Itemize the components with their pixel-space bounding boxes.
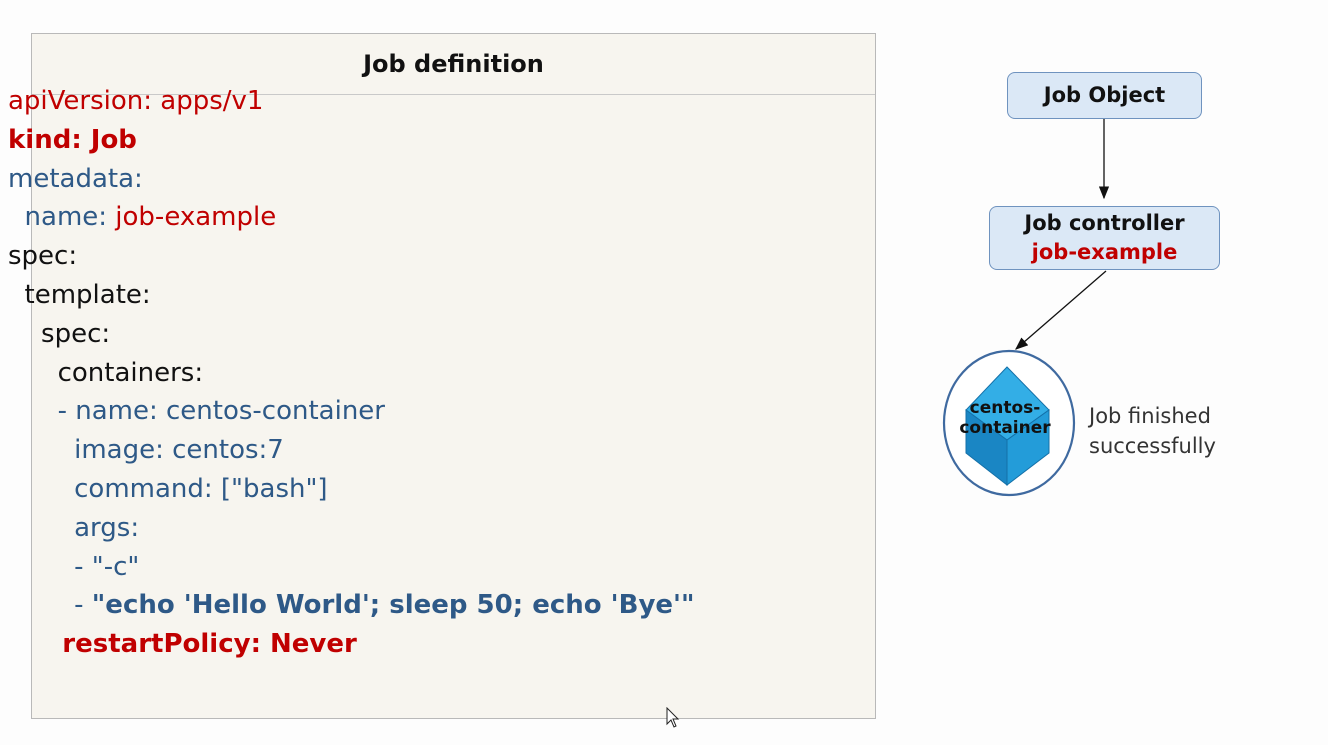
job-status-text: Job finished successfully <box>1089 401 1216 461</box>
job-object-label: Job Object <box>1043 83 1166 107</box>
job-controller-name: job-example <box>1031 240 1178 264</box>
status-line1: Job finished <box>1089 404 1211 428</box>
arrow-controller-to-pod <box>1015 270 1107 350</box>
status-line2: successfully <box>1089 434 1216 458</box>
pod-label-line1: centos- <box>969 398 1041 418</box>
pod-label: centos- container <box>953 398 1057 438</box>
job-controller-title: Job controller <box>1024 211 1185 235</box>
pod-label-line2: container <box>959 418 1051 438</box>
job-controller-node: Job controller job-example <box>989 206 1220 270</box>
job-object-node: Job Object <box>1007 72 1202 119</box>
mouse-cursor-icon <box>666 707 680 728</box>
